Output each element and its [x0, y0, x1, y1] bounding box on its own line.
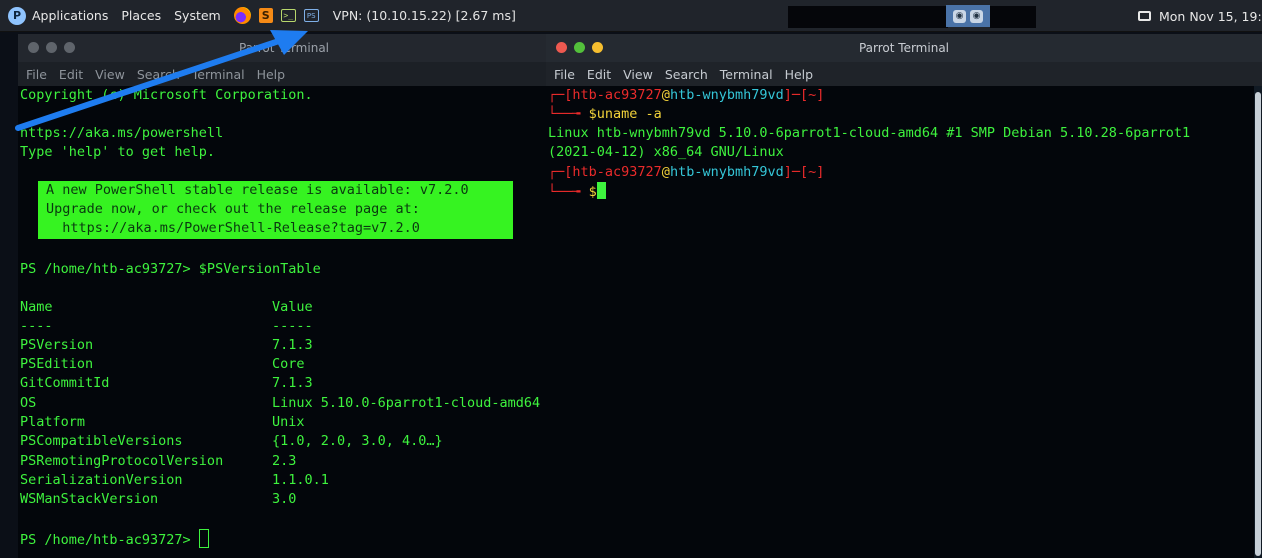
vpn-status: VPN: (10.10.15.22) [2.67 ms]: [332, 8, 516, 23]
banner-line: A new PowerShell stable release is avail…: [46, 182, 469, 198]
terminal-line: PSRemotingProtocolVersion 2.3: [20, 453, 297, 469]
menu-file[interactable]: File: [554, 67, 575, 82]
clock[interactable]: Mon Nov 15, 19:02: [1138, 0, 1262, 32]
prompt-text: PS /home/htb-ac93727>: [20, 532, 199, 548]
menu-places[interactable]: Places: [121, 8, 161, 23]
scrollbar[interactable]: [1254, 86, 1262, 558]
menu-help[interactable]: Help: [257, 67, 286, 82]
terminal-window-powershell[interactable]: Parrot Terminal File Edit View Search Te…: [18, 34, 550, 558]
command-text: $uname -a: [588, 106, 662, 122]
taskbar-windows[interactable]: [788, 6, 948, 28]
prompt-at: @: [661, 164, 670, 180]
terminal-line: (2021-04-12) x86_64 GNU/Linux: [548, 144, 784, 160]
terminal-line: ---- -----: [20, 318, 313, 334]
menu-edit[interactable]: Edit: [587, 67, 611, 82]
banner-line: https://aka.ms/PowerShell-Release?tag=v7…: [46, 220, 420, 236]
workspace-icon[interactable]: ◉: [953, 9, 966, 23]
close-button[interactable]: [28, 42, 39, 53]
window-title: Parrot Terminal: [238, 41, 330, 55]
cursor: [596, 182, 606, 199]
prompt-at: @: [661, 87, 670, 103]
terminal-window-bash[interactable]: Parrot Terminal File Edit View Search Te…: [546, 34, 1262, 558]
parrot-logo-icon[interactable]: P: [8, 6, 26, 25]
clock-text: Mon Nov 15, 19:02: [1159, 8, 1262, 24]
menu-help[interactable]: Help: [785, 67, 814, 82]
terminal-line: PSVersion 7.1.3: [20, 337, 313, 353]
terminal-line: OS Linux 5.10.0-6parrot1-cloud-amd64 #1 …: [20, 395, 550, 411]
minimize-button[interactable]: [592, 42, 603, 53]
menu-edit[interactable]: Edit: [59, 67, 83, 82]
command-line: └──╼ $: [548, 182, 606, 201]
menu-view[interactable]: View: [623, 67, 653, 82]
terminal-line: PSCompatibleVersions {1.0, 2.0, 3.0, 4.0…: [20, 433, 443, 449]
minimize-button[interactable]: [46, 42, 57, 53]
terminal-line: Linux htb-wnybmh79vd 5.10.0-6parrot1-clo…: [548, 125, 1191, 141]
terminal-output[interactable]: Copyright (c) Microsoft Corporation. htt…: [18, 86, 550, 558]
terminal-line: WSManStackVersion 3.0: [20, 491, 297, 507]
menu-terminal[interactable]: Terminal: [720, 67, 773, 82]
maximize-button[interactable]: [64, 42, 75, 53]
top-panel: P Applications Places System S >_ PS VPN…: [0, 0, 1262, 32]
terminal-output[interactable]: ┌─[htb-ac93727@htb-wnybmh79vd]─[~] └──╼ …: [546, 86, 1254, 558]
terminal-launcher-icon[interactable]: >_: [280, 9, 296, 22]
menubar: File Edit View Search Terminal Help: [18, 62, 550, 86]
terminal-line: Copyright (c) Microsoft Corporation.: [20, 87, 313, 103]
menu-terminal[interactable]: Terminal: [192, 67, 245, 82]
menu-search[interactable]: Search: [137, 67, 180, 82]
scrollbar-thumb[interactable]: [1255, 92, 1261, 556]
prompt-line: ┌─[htb-ac93727@htb-wnybmh79vd]─[~]: [548, 164, 825, 180]
menu-applications[interactable]: Applications: [32, 8, 108, 23]
menubar: File Edit View Search Terminal Help: [546, 62, 1262, 86]
update-banner: A new PowerShell stable release is avail…: [38, 181, 513, 239]
terminal-line: Platform Unix: [20, 414, 305, 430]
sublime-text-icon[interactable]: S: [258, 8, 273, 23]
menu-file[interactable]: File: [26, 67, 47, 82]
terminal-line: https://aka.ms/powershell: [20, 125, 224, 141]
window-titlebar[interactable]: Parrot Terminal: [18, 34, 550, 62]
firefox-icon[interactable]: [233, 7, 251, 24]
prompt-host: htb-wnybmh79vd: [669, 87, 784, 103]
terminal-line: PS /home/htb-ac93727> $PSVersionTable: [20, 261, 321, 277]
prompt-host: htb-wnybmh79vd: [669, 164, 784, 180]
terminal-prompt-line: PS /home/htb-ac93727>: [20, 529, 209, 548]
menu-system[interactable]: System: [174, 8, 221, 23]
terminal-line: Type 'help' to get help.: [20, 144, 216, 160]
workspace-icon[interactable]: ◉: [970, 9, 983, 23]
prompt-user: htb-ac93727: [572, 87, 662, 103]
workspace-switcher[interactable]: ◉ ◉: [946, 5, 990, 27]
prompt-line: ┌─[htb-ac93727@htb-wnybmh79vd]─[~]: [548, 87, 825, 103]
terminal-line: GitCommitId 7.1.3: [20, 375, 313, 391]
monitor-icon[interactable]: [1138, 11, 1151, 21]
powershell-launcher-icon[interactable]: PS: [303, 9, 319, 22]
maximize-button[interactable]: [574, 42, 585, 53]
terminal-line: PSEdition Core: [20, 356, 305, 372]
command-text: $: [588, 184, 597, 200]
window-titlebar[interactable]: Parrot Terminal: [546, 34, 1262, 62]
command-line: └──╼ $uname -a: [548, 106, 662, 122]
menu-view[interactable]: View: [95, 67, 125, 82]
cursor: [198, 529, 209, 548]
window-title: Parrot Terminal: [858, 41, 950, 55]
menu-search[interactable]: Search: [665, 67, 708, 82]
terminal-line: SerializationVersion 1.1.0.1: [20, 472, 329, 488]
close-button[interactable]: [556, 42, 567, 53]
taskbar-window-preview[interactable]: [990, 6, 1036, 28]
prompt-user: htb-ac93727: [572, 164, 662, 180]
terminal-line: Name Value: [20, 299, 313, 315]
banner-line: Upgrade now, or check out the release pa…: [46, 201, 420, 217]
